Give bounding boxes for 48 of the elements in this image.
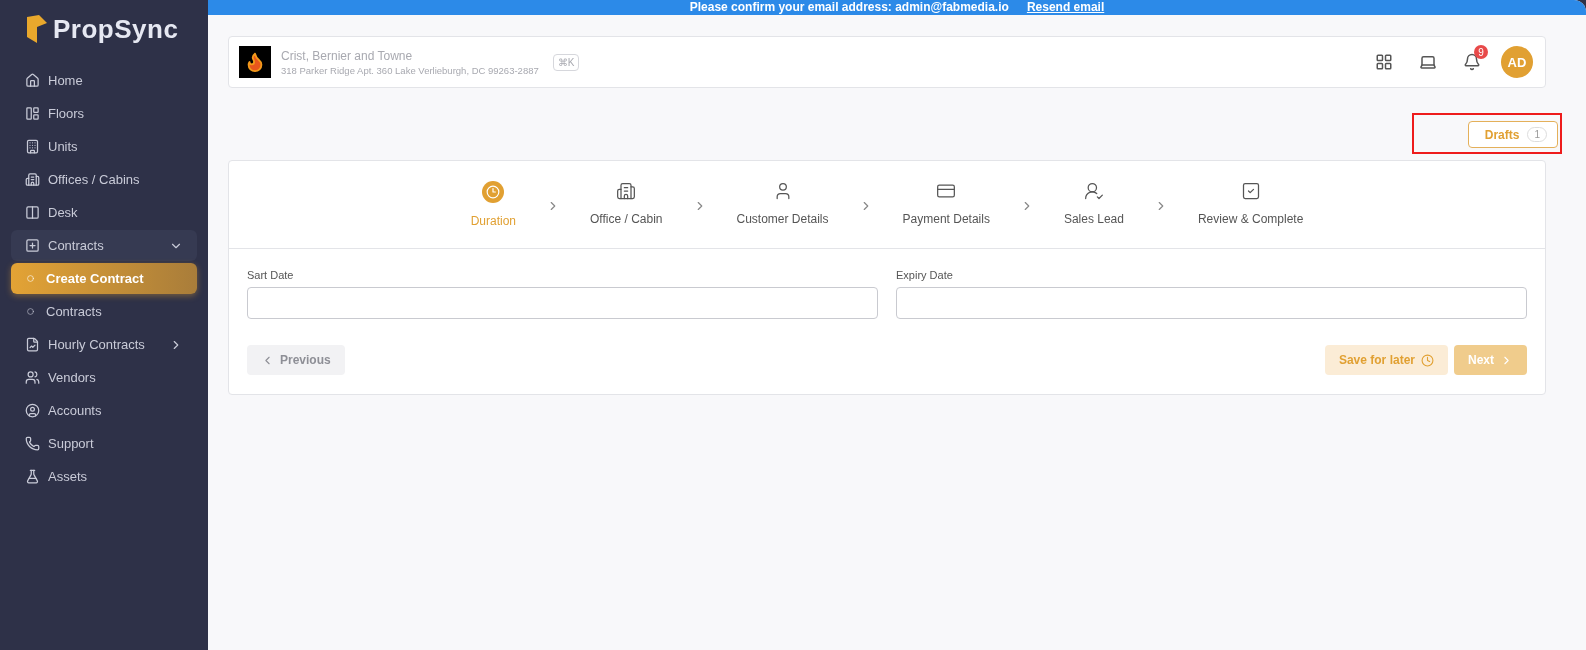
nav-icon bbox=[25, 139, 40, 154]
wizard-step[interactable]: Payment Details bbox=[882, 181, 1010, 226]
sidebar-item[interactable]: Floors bbox=[11, 98, 197, 129]
date-input[interactable] bbox=[247, 287, 878, 319]
step-icon bbox=[1240, 181, 1261, 201]
date-input[interactable] bbox=[896, 287, 1527, 319]
field-label: Expiry Date bbox=[896, 269, 954, 281]
nav-icon bbox=[25, 436, 40, 451]
wizard-step[interactable]: Office / Cabin bbox=[570, 181, 683, 226]
nav-icon bbox=[25, 469, 40, 484]
nav-icon bbox=[25, 370, 40, 385]
sidebar-item[interactable]: Offices / Cabins bbox=[11, 164, 197, 195]
laptop-icon bbox=[1419, 53, 1437, 71]
sidebar-item[interactable]: Home bbox=[11, 65, 197, 96]
notification-count: 9 bbox=[1474, 45, 1488, 59]
sidebar-item[interactable]: Units bbox=[11, 131, 197, 162]
sidebar-item[interactable]: Vendors bbox=[11, 362, 197, 393]
nav-icon bbox=[25, 172, 40, 187]
field-label: Sart Date bbox=[247, 269, 295, 281]
sidebar-item[interactable]: Support bbox=[11, 428, 197, 459]
sidebar-item[interactable]: Hourly Contracts bbox=[11, 329, 197, 360]
nav-icon bbox=[25, 403, 40, 418]
bullet-icon bbox=[27, 275, 34, 282]
company-address: 318 Parker Ridge Apt. 360 Lake Verlieburgh, DC 99263-2887 bbox=[281, 64, 539, 76]
clock-icon bbox=[1421, 353, 1434, 367]
wizard-step[interactable]: Customer Details bbox=[716, 181, 849, 226]
nav-icon bbox=[25, 73, 40, 88]
banner-text: Please confirm your email address: admin@fabmedia.io bbox=[689, 0, 1009, 15]
nav-icon bbox=[25, 205, 40, 220]
resend-email-link[interactable]: Resend email bbox=[1026, 0, 1105, 15]
sidebar-item[interactable]: Accounts bbox=[11, 395, 197, 426]
wizard-step[interactable]: Review & Complete bbox=[1177, 181, 1324, 226]
sidebar-item[interactable]: Contracts bbox=[11, 230, 197, 261]
sidebar-item[interactable]: Desk bbox=[11, 197, 197, 228]
logo-icon bbox=[25, 14, 49, 45]
nav-icon bbox=[25, 106, 40, 121]
nav-icon bbox=[25, 238, 40, 253]
nav-icon bbox=[25, 337, 40, 352]
sidebar-subitem[interactable]: Contracts bbox=[11, 296, 197, 327]
wizard-step[interactable]: Sales Lead bbox=[1043, 181, 1144, 226]
sidebar-item[interactable]: Assets bbox=[11, 461, 197, 492]
step-icon bbox=[1083, 181, 1104, 201]
company-name: Crist, Bernier and Towne bbox=[281, 48, 414, 63]
step-icon bbox=[616, 181, 637, 201]
step-icon bbox=[482, 181, 505, 203]
logo-text: PropSync bbox=[53, 14, 179, 45]
bullet-icon bbox=[27, 308, 34, 315]
grid-icon bbox=[1375, 53, 1393, 71]
